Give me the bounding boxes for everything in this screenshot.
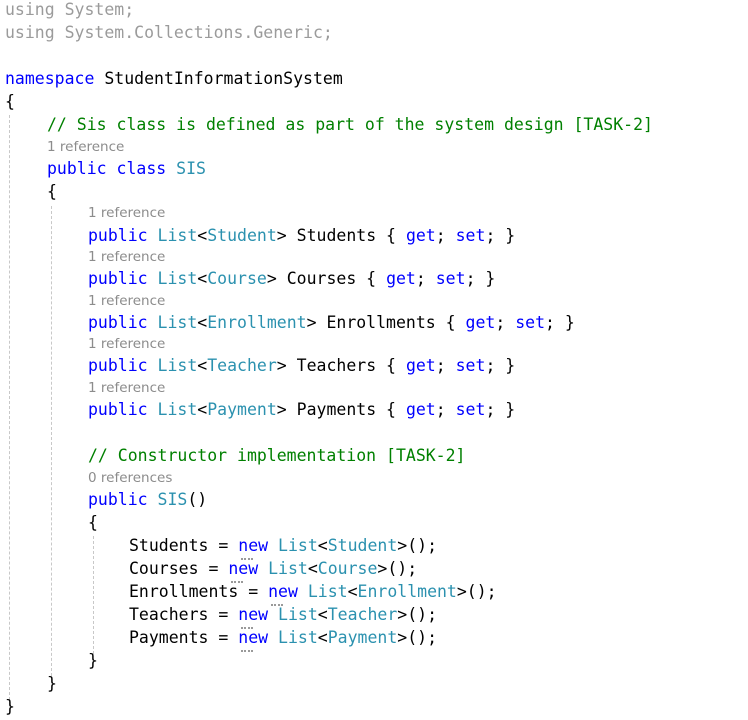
assignment-courses: Courses = new List<Course>();	[129, 559, 418, 583]
codelens-property[interactable]: 1 reference	[88, 292, 165, 310]
codelens-property[interactable]: 1 reference	[88, 204, 165, 222]
indent-guide	[51, 206, 52, 676]
constructor-close-brace: }	[88, 651, 98, 670]
property-courses: public List<Course> Courses { get; set; …	[88, 269, 496, 288]
constructor-comment: // Constructor implementation [TASK-2]	[88, 446, 466, 465]
indent-guide	[9, 115, 10, 700]
namespace-declaration: namespace StudentInformationSystem	[5, 69, 343, 88]
class-open-brace: {	[47, 182, 57, 201]
codelens-property[interactable]: 1 reference	[88, 335, 165, 353]
codelens-property[interactable]: 1 reference	[88, 248, 165, 266]
namespace-open-brace: {	[5, 92, 15, 111]
assignment-enrollments: Enrollments = new List<Enrollment>();	[129, 582, 497, 606]
class-declaration: public class SIS	[47, 159, 206, 178]
class-comment: // Sis class is defined as part of the s…	[47, 115, 653, 134]
property-payments: public List<Payment> Payments { get; set…	[88, 400, 516, 419]
property-enrollments: public List<Enrollment> Enrollments { ge…	[88, 313, 575, 332]
class-close-brace: }	[47, 674, 57, 693]
using-line: using System;	[5, 0, 135, 19]
indent-guide	[93, 536, 94, 654]
code-editor[interactable]: using System; using System.Collections.G…	[0, 0, 748, 720]
constructor-declaration: public SIS()	[88, 490, 208, 509]
namespace-close-brace: }	[5, 697, 15, 716]
constructor-open-brace: {	[88, 513, 98, 532]
property-students: public List<Student> Students { get; set…	[88, 226, 516, 245]
codelens-constructor[interactable]: 0 references	[88, 469, 172, 487]
assignment-teachers: Teachers = new List<Teacher>();	[129, 605, 438, 629]
assignment-payments: Payments = new List<Payment>();	[129, 628, 438, 652]
property-teachers: public List<Teacher> Teachers { get; set…	[88, 356, 516, 375]
codelens-class[interactable]: 1 reference	[47, 138, 124, 156]
using-line: using System.Collections.Generic;	[5, 23, 333, 42]
assignment-students: Students = new List<Student>();	[129, 536, 438, 560]
codelens-property[interactable]: 1 reference	[88, 379, 165, 397]
